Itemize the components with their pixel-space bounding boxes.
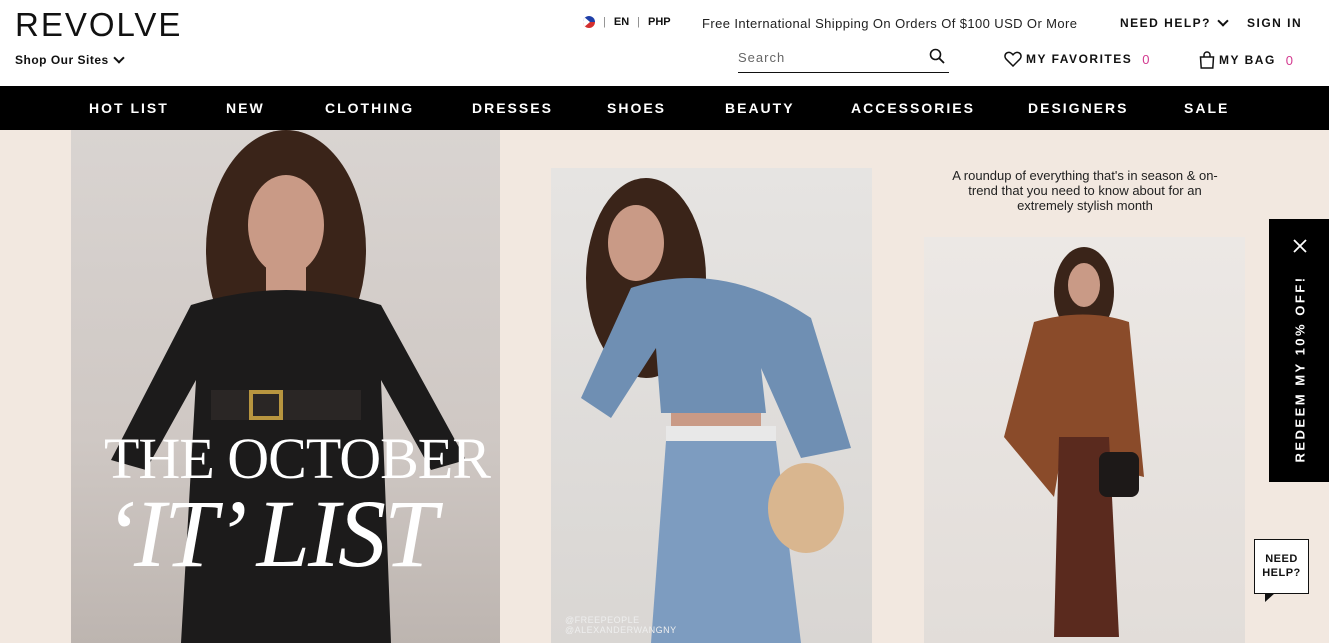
model-denim-image xyxy=(581,178,851,643)
my-favorites-link[interactable]: MY FAVORITES 0 xyxy=(1004,51,1151,67)
search-bar xyxy=(738,44,949,73)
help-bubble-line-2: HELP? xyxy=(1262,567,1301,579)
divider: | xyxy=(603,16,606,28)
my-bag-link[interactable]: MY BAG 0 xyxy=(1199,51,1295,69)
chevron-down-icon xyxy=(1217,15,1229,27)
need-help-chat-button[interactable]: NEED HELP? xyxy=(1254,539,1309,602)
nav-item-sale[interactable]: SALE xyxy=(1184,100,1229,116)
shop-our-sites-label: Shop Our Sites xyxy=(15,53,109,67)
photo-credit: @FREEPEOPLE @ALEXANDERWANGNY xyxy=(565,615,677,635)
hero-headline: THE OCTOBER ‘IT’ LIST xyxy=(104,430,491,587)
redeem-discount-tab[interactable]: REDEEM MY 10% OFF! xyxy=(1269,219,1329,482)
headline-line-2: ‘IT’ LIST xyxy=(104,480,437,587)
chevron-down-icon xyxy=(113,52,125,64)
favorites-count: 0 xyxy=(1142,51,1151,67)
revolve-logo[interactable]: REVOLVE xyxy=(15,6,182,44)
heart-icon xyxy=(1004,51,1022,67)
nav-item-dresses[interactable]: DRESSES xyxy=(472,100,553,116)
close-icon[interactable] xyxy=(1293,239,1307,253)
nav-item-beauty[interactable]: BEAUTY xyxy=(725,100,795,116)
nav-item-new[interactable]: NEW xyxy=(226,100,265,116)
hero-photo-brown-outfit[interactable] xyxy=(924,237,1245,643)
search-icon[interactable] xyxy=(929,48,945,64)
bag-count: 0 xyxy=(1285,52,1295,68)
philippines-flag-icon xyxy=(583,16,595,28)
shopping-bag-icon xyxy=(1199,51,1215,69)
nav-item-designers[interactable]: DESIGNERS xyxy=(1028,100,1128,116)
model-brown-outfit-image xyxy=(1004,247,1144,637)
language-label: EN xyxy=(613,16,630,28)
help-bubble-line-1: NEED xyxy=(1265,553,1298,565)
hero-banner[interactable]: THE OCTOBER ‘IT’ LIST A roundup of every… xyxy=(0,130,1329,643)
credit-line-1: @FREEPEOPLE xyxy=(565,615,640,625)
need-help-label: NEED HELP? xyxy=(1120,16,1212,30)
search-input[interactable] xyxy=(738,44,918,70)
shop-our-sites-dropdown[interactable]: Shop Our Sites xyxy=(15,52,125,67)
roundup-description: A roundup of everything that's in season… xyxy=(952,168,1218,213)
nav-item-hot-list[interactable]: HOT LIST xyxy=(89,100,169,116)
credit-line-2: @ALEXANDERWANGNY xyxy=(565,625,677,635)
shipping-notice[interactable]: Free International Shipping On Orders Of… xyxy=(702,16,1077,31)
my-favorites-label: MY FAVORITES xyxy=(1026,52,1133,66)
top-header: REVOLVE Shop Our Sites | EN | PHP Free I… xyxy=(0,0,1329,86)
main-navigation: HOT LIST NEW CLOTHING DRESSES SHOES BEAU… xyxy=(0,86,1329,130)
my-bag-label: MY BAG xyxy=(1219,53,1276,67)
hero-photo-denim[interactable] xyxy=(551,168,872,643)
currency-label: PHP xyxy=(648,16,671,28)
locale-selector[interactable]: | EN | PHP xyxy=(583,16,671,28)
nav-item-accessories[interactable]: ACCESSORIES xyxy=(851,100,975,116)
sign-in-link[interactable]: SIGN IN xyxy=(1247,16,1302,30)
divider: | xyxy=(637,16,640,28)
need-help-dropdown[interactable]: NEED HELP? xyxy=(1120,15,1229,30)
nav-item-clothing[interactable]: CLOTHING xyxy=(325,100,414,116)
redeem-discount-label: REDEEM MY 10% OFF! xyxy=(1292,275,1308,463)
nav-item-shoes[interactable]: SHOES xyxy=(607,100,666,116)
